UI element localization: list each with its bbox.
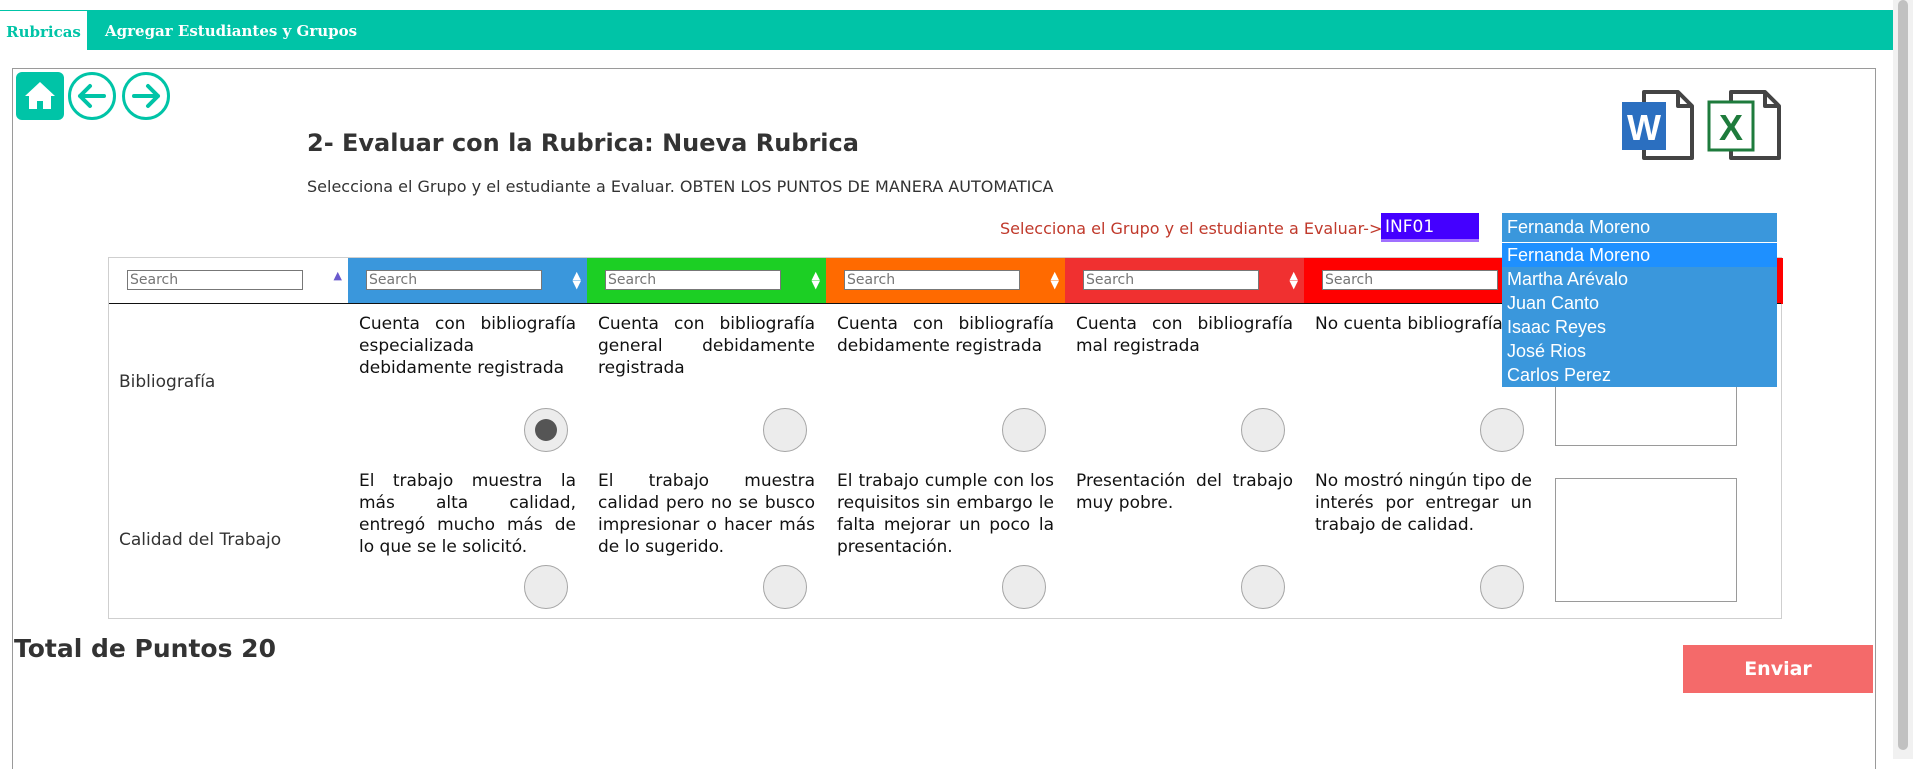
rubric-cell: Cuenta con bibliografía especializada de… [359, 314, 576, 378]
search-input[interactable] [366, 270, 542, 290]
header-col-4: ▲▼ [1065, 258, 1304, 304]
student-dropdown-list: Fernanda Moreno Martha Arévalo Juan Cant… [1502, 243, 1777, 387]
score-radio[interactable] [1480, 408, 1524, 452]
header-col-2: ▲▼ [587, 258, 826, 304]
rubric-cell: No mostró ningún tipo de interés por ent… [1315, 471, 1532, 535]
search-input[interactable] [844, 270, 1020, 290]
rubric-cell: No cuenta bibliografía [1315, 314, 1503, 334]
comment-textarea[interactable] [1555, 478, 1737, 602]
tab-agregar-estudiantes[interactable]: Agregar Estudiantes y Grupos [105, 10, 357, 50]
page-subtitle: Selecciona el Grupo y el estudiante a Ev… [307, 177, 1054, 196]
score-radio[interactable] [1241, 565, 1285, 609]
sort-icon[interactable]: ▲ ▼ [1051, 270, 1059, 290]
rubric-cell: El trabajo muestra calidad pero no se bu… [598, 471, 815, 557]
total-points: Total de Puntos 20 [14, 634, 276, 663]
criterion-label: Bibliografía [119, 372, 216, 392]
student-select[interactable]: Fernanda Moreno [1502, 213, 1777, 242]
student-option[interactable]: Martha Arévalo [1502, 267, 1777, 291]
excel-icon[interactable]: X [1707, 88, 1783, 164]
arrow-right-icon[interactable] [122, 72, 170, 120]
search-input[interactable] [605, 270, 781, 290]
tab-bar: Rubricas Agregar Estudiantes y Grupos [0, 10, 1893, 51]
selector-label: Selecciona el Grupo y el estudiante a Ev… [1000, 219, 1383, 238]
sort-icon[interactable]: ▲ ▼ [573, 270, 581, 290]
word-letter: W [1627, 107, 1661, 148]
search-input[interactable] [1083, 270, 1259, 290]
student-option[interactable]: Fernanda Moreno [1502, 243, 1777, 267]
score-radio-selected[interactable] [524, 408, 568, 452]
score-radio[interactable] [524, 565, 568, 609]
student-option[interactable]: Isaac Reyes [1502, 315, 1777, 339]
excel-letter: X [1719, 107, 1743, 148]
home-icon[interactable] [16, 72, 64, 120]
rubric-cell: Cuenta con bibliografía mal registrada [1076, 314, 1293, 356]
page-scrollbar[interactable] [1893, 0, 1913, 759]
search-input[interactable] [1322, 270, 1498, 290]
rubric-cell: El trabajo cumple con los requisitos sin… [837, 471, 1054, 557]
search-input[interactable] [127, 270, 303, 290]
sort-icon[interactable]: ▲ ▼ [812, 270, 820, 290]
student-option[interactable]: Juan Canto [1502, 291, 1777, 315]
header-col-criteria: ▲ [109, 258, 348, 304]
word-icon[interactable]: W [1620, 88, 1696, 164]
scrollbar-thumb[interactable] [1898, 0, 1908, 750]
score-radio[interactable] [1241, 408, 1285, 452]
score-radio[interactable] [1002, 565, 1046, 609]
arrow-left-icon[interactable] [68, 72, 116, 120]
header-col-3: ▲▼ [826, 258, 1065, 304]
submit-button[interactable]: Enviar [1683, 645, 1873, 693]
sort-icon[interactable]: ▲ ▼ [1290, 270, 1298, 290]
score-radio[interactable] [1480, 565, 1524, 609]
rubric-cell: Presentación del trabajo muy pobre. [1076, 471, 1293, 513]
header-col-1: ▲▼ [348, 258, 587, 304]
rubric-cell: El trabajo muestra la más alta calidad, … [359, 471, 576, 557]
score-radio[interactable] [763, 408, 807, 452]
page-title: 2- Evaluar con la Rubrica: Nueva Rubrica [307, 129, 859, 157]
score-radio[interactable] [763, 565, 807, 609]
sort-up-icon[interactable]: ▲ [334, 270, 342, 281]
group-select[interactable]: INF01 [1381, 213, 1479, 242]
tab-rubricas[interactable]: Rubricas [0, 10, 87, 51]
student-option[interactable]: Carlos Perez [1502, 363, 1777, 387]
criterion-label: Calidad del Trabajo [119, 530, 282, 550]
rubric-cell: Cuenta con bibliografía debidamente regi… [837, 314, 1054, 356]
rubric-cell: Cuenta con bibliografía general debidame… [598, 314, 815, 378]
student-option[interactable]: José Rios [1502, 339, 1777, 363]
score-radio[interactable] [1002, 408, 1046, 452]
